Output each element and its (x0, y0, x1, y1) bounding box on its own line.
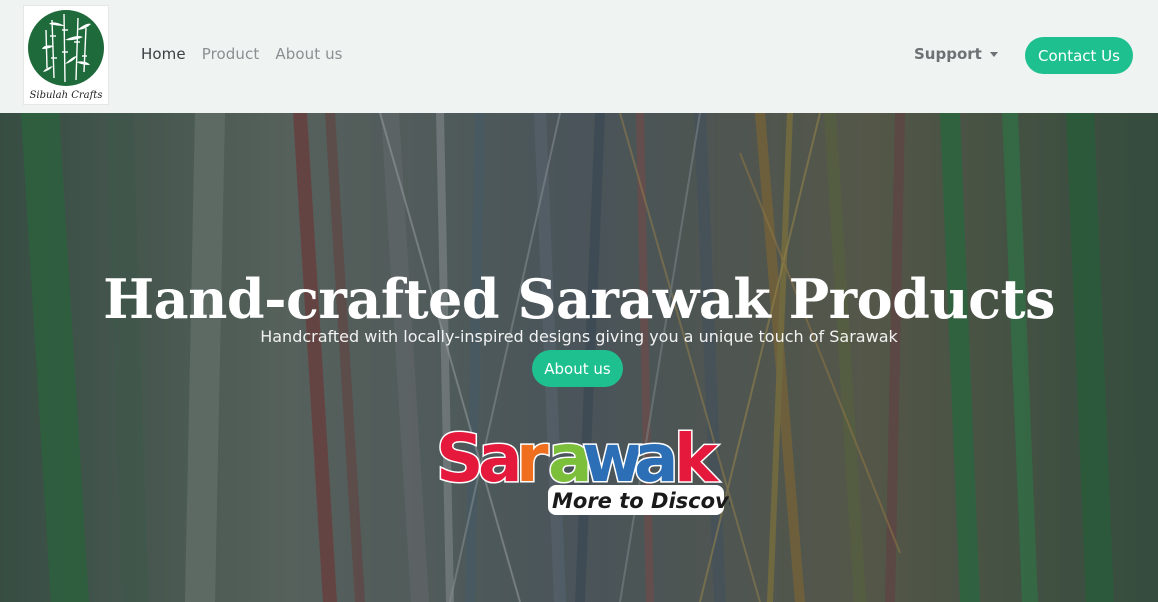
nav-about-us[interactable]: About us (275, 45, 342, 63)
hero-subtitle: Handcrafted with locally-inspired design… (260, 327, 898, 346)
contact-us-button[interactable]: Contact Us (1025, 37, 1133, 74)
hero-section: Hand-crafted Sarawak Products Handcrafte… (0, 113, 1158, 602)
brand-logo[interactable]: Sibulah Crafts (23, 5, 109, 105)
about-us-button[interactable]: About us (532, 350, 623, 387)
support-label: Support (914, 45, 982, 63)
support-dropdown[interactable]: Support (914, 45, 998, 63)
logo-text: Sibulah Crafts (29, 90, 103, 101)
bamboo-logo-icon (28, 10, 104, 86)
sarawak-letter-2: r (516, 420, 549, 497)
caret-down-icon (989, 51, 998, 57)
nav-home[interactable]: Home (141, 45, 186, 63)
hero-title: Hand-crafted Sarawak Products (103, 267, 1055, 332)
sarawak-letter-0: S (436, 420, 484, 497)
navbar: Sibulah Crafts Home Product About us Sup… (0, 0, 1158, 113)
nav-product[interactable]: Product (202, 45, 260, 63)
sarawak-tagline: More to Discover (552, 489, 730, 513)
sarawak-tourism-logo: Sarawak More to Discover (430, 413, 755, 523)
main-nav: Home Product About us (141, 45, 343, 63)
